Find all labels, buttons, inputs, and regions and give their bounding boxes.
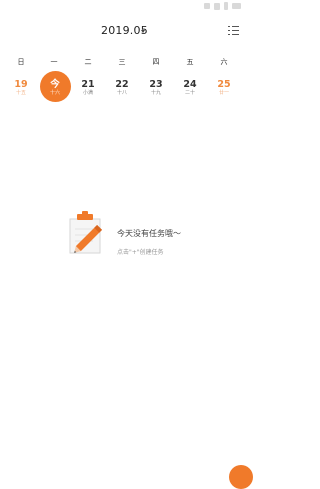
weekday-label: 一: [50, 58, 58, 66]
lunar-date: 二十: [184, 90, 195, 96]
weekday-label: 四: [152, 58, 160, 66]
week-date-row: 19 十五 今 十六 21 小满 22 十八 23 十九 24 二十 25 廿一: [0, 70, 247, 110]
date-cell-22[interactable]: 22 十八: [105, 70, 139, 108]
date-number: 25: [217, 79, 231, 90]
date-cell-19[interactable]: 19 十五: [4, 70, 38, 108]
lunar-date: 小满: [82, 90, 93, 96]
date-number: 今: [50, 79, 60, 90]
date-number: 22: [115, 79, 129, 90]
lunar-date: 十九: [150, 90, 161, 96]
weekday-header-row: 日 一 二 三 四 五 六: [0, 57, 247, 69]
lunar-date: 廿一: [218, 90, 229, 96]
weekday-label: 日: [17, 58, 25, 66]
calendar-header: 2019.05: [0, 22, 247, 42]
date-number: 24: [183, 79, 197, 90]
weekday-label: 三: [118, 58, 126, 66]
weekday-label: 二: [84, 58, 92, 66]
date-number: 21: [81, 79, 95, 90]
status-bar: [0, 0, 247, 14]
lunar-date: 十六: [49, 90, 60, 96]
list-menu-icon[interactable]: [228, 26, 239, 36]
date-number: 19: [14, 79, 28, 90]
add-task-button[interactable]: [229, 465, 253, 489]
signal-icon: [204, 3, 210, 9]
wifi-icon: [214, 2, 220, 10]
lunar-date: 十五: [15, 90, 26, 96]
clipboard-pencil-icon: [69, 211, 103, 254]
date-cell-23[interactable]: 23 十九: [139, 70, 173, 108]
date-cell-21[interactable]: 21 小满: [71, 70, 105, 108]
empty-state-title: 今天没有任务哦～: [117, 229, 181, 238]
caret-down-icon[interactable]: [141, 30, 145, 33]
weekday-label: 五: [186, 58, 194, 66]
status-icons: [204, 2, 241, 10]
empty-state-hint: 点击"+"创建任务: [117, 249, 164, 256]
lunar-date: 十八: [116, 90, 127, 96]
date-cell-today[interactable]: 今 十六: [38, 70, 72, 108]
notification-icon: [224, 2, 228, 10]
date-cell-24[interactable]: 24 二十: [173, 70, 207, 108]
date-number: 23: [149, 79, 163, 90]
date-cell-25[interactable]: 25 廿一: [207, 70, 241, 108]
weekday-label: 六: [220, 58, 228, 66]
battery-icon: [232, 3, 241, 9]
